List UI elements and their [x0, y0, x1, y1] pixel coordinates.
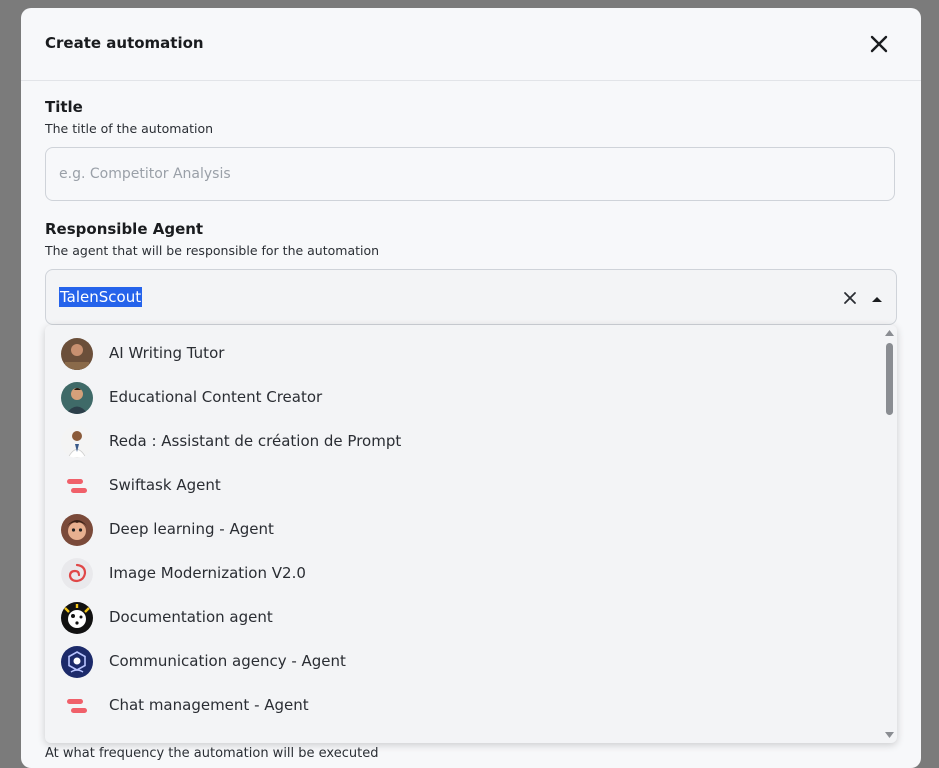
- clear-icon[interactable]: [841, 289, 859, 307]
- hexagon-mascot-avatar: [61, 646, 93, 678]
- modal-header: Create automation: [21, 8, 921, 81]
- person-writing-avatar: [61, 338, 93, 370]
- option-label: Reda : Assistant de création de Prompt: [109, 432, 402, 450]
- title-description: The title of the automation: [45, 121, 214, 136]
- option-label: AI Writing Tutor: [109, 344, 225, 362]
- cartoon-face-avatar: [61, 514, 93, 546]
- person-desk-avatar: [61, 382, 93, 414]
- option-label: Image Modernization V2.0: [109, 564, 306, 582]
- list-item[interactable]: Image Modernization V2.0: [45, 552, 881, 596]
- option-label: Deep learning - Agent: [109, 520, 274, 538]
- option-label: Documentation agent: [109, 608, 273, 626]
- close-icon: [870, 35, 888, 53]
- modal-title: Create automation: [45, 34, 204, 52]
- agent-label: Responsible Agent: [45, 220, 204, 238]
- list-item[interactable]: Swiftask Agent: [45, 464, 881, 508]
- doctor-avatar: [61, 426, 93, 458]
- title-input[interactable]: [45, 147, 895, 201]
- list-item[interactable]: Educational Content Creator: [45, 376, 881, 420]
- option-label: Educational Content Creator: [109, 388, 323, 406]
- dalmatian-avatar: [61, 602, 93, 634]
- list-item[interactable]: AI Writing Tutor: [45, 332, 881, 376]
- list-item[interactable]: [45, 728, 881, 743]
- scroll-down-arrow-icon[interactable]: [885, 732, 894, 738]
- agent-description: The agent that will be responsible for t…: [45, 243, 380, 258]
- caret-up-icon[interactable]: [870, 291, 884, 305]
- red-swirl-logo-icon: [61, 558, 93, 590]
- option-label: Chat management - Agent: [109, 696, 309, 714]
- list-item[interactable]: Documentation agent: [45, 596, 881, 640]
- list-item[interactable]: Communication agency - Agent: [45, 640, 881, 684]
- list-item[interactable]: Chat management - Agent: [45, 684, 881, 728]
- title-label: Title: [45, 98, 83, 116]
- list-item[interactable]: Deep learning - Agent: [45, 508, 881, 552]
- scroll-up-arrow-icon[interactable]: [885, 330, 894, 336]
- list-item[interactable]: Reda : Assistant de création de Prompt: [45, 420, 881, 464]
- swiftask-logo-icon: [61, 690, 93, 722]
- option-label: Swiftask Agent: [109, 476, 221, 494]
- frequency-description: At what frequency the automation will be…: [45, 746, 379, 761]
- swiftask-logo-icon: [61, 470, 93, 502]
- option-label: Communication agency - Agent: [109, 652, 346, 670]
- agent-dropdown-list: AI Writing Tutor Educational Content Cre…: [45, 325, 897, 743]
- agent-select[interactable]: TalenScout: [45, 269, 897, 325]
- agent-select-value[interactable]: TalenScout: [59, 287, 143, 307]
- close-button[interactable]: [867, 32, 891, 56]
- scroll-thumb[interactable]: [886, 343, 893, 415]
- dropdown-scrollbar[interactable]: [883, 325, 897, 743]
- swiftask-logo-icon: [61, 734, 93, 743]
